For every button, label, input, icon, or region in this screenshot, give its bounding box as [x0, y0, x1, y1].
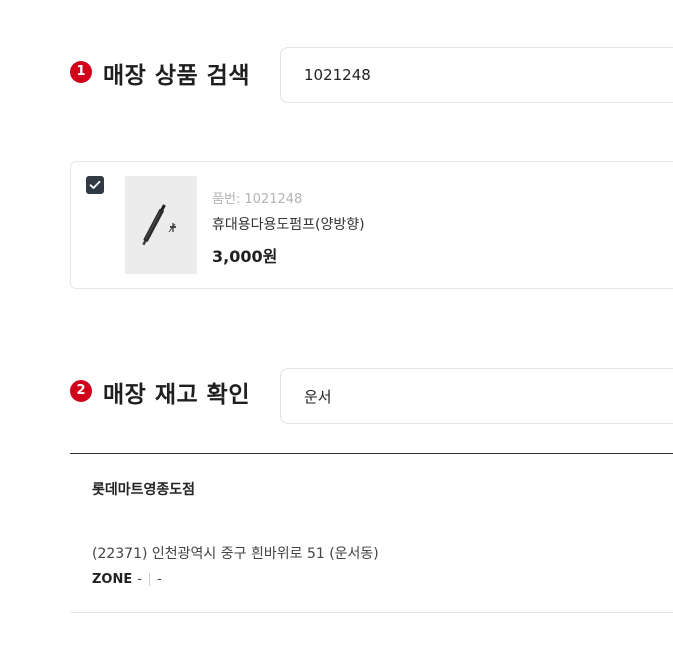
step-1-badge: 1 [70, 61, 92, 83]
step-2-badge: 2 [70, 380, 92, 402]
product-search-title: 매장 상품 검색 [103, 63, 250, 89]
zone-value-1: - [137, 572, 142, 587]
results-bottom-divider [70, 612, 673, 613]
store-address: (22371) 인천광역시 중구 흰바위로 51 (운서동) [92, 546, 379, 562]
product-name: 휴대용다용도펌프(양방향) [212, 217, 365, 233]
product-price: 3,000원 [212, 247, 278, 266]
portable-pump-icon [142, 204, 176, 246]
product-search-input[interactable] [304, 66, 673, 84]
zone-value-2: - [156, 572, 162, 587]
zone-separator [148, 573, 150, 586]
product-select-checkbox[interactable] [86, 176, 104, 194]
stock-check-title: 매장 재고 확인 [103, 382, 250, 408]
product-code: 품번: 1021248 [212, 192, 303, 207]
store-zone: ZONE - - [92, 572, 162, 587]
store-name: 롯데마트영종도점 [92, 482, 196, 498]
product-result-card[interactable]: 품번: 1021248 휴대용다용도펌프(양방향) 3,000원 [70, 161, 673, 289]
product-search-field[interactable] [280, 47, 673, 103]
product-thumbnail [125, 176, 197, 274]
results-top-divider [70, 453, 673, 454]
store-search-input[interactable] [304, 387, 673, 405]
check-icon [89, 180, 101, 189]
store-search-field[interactable] [280, 368, 673, 424]
zone-label: ZONE [92, 572, 133, 587]
